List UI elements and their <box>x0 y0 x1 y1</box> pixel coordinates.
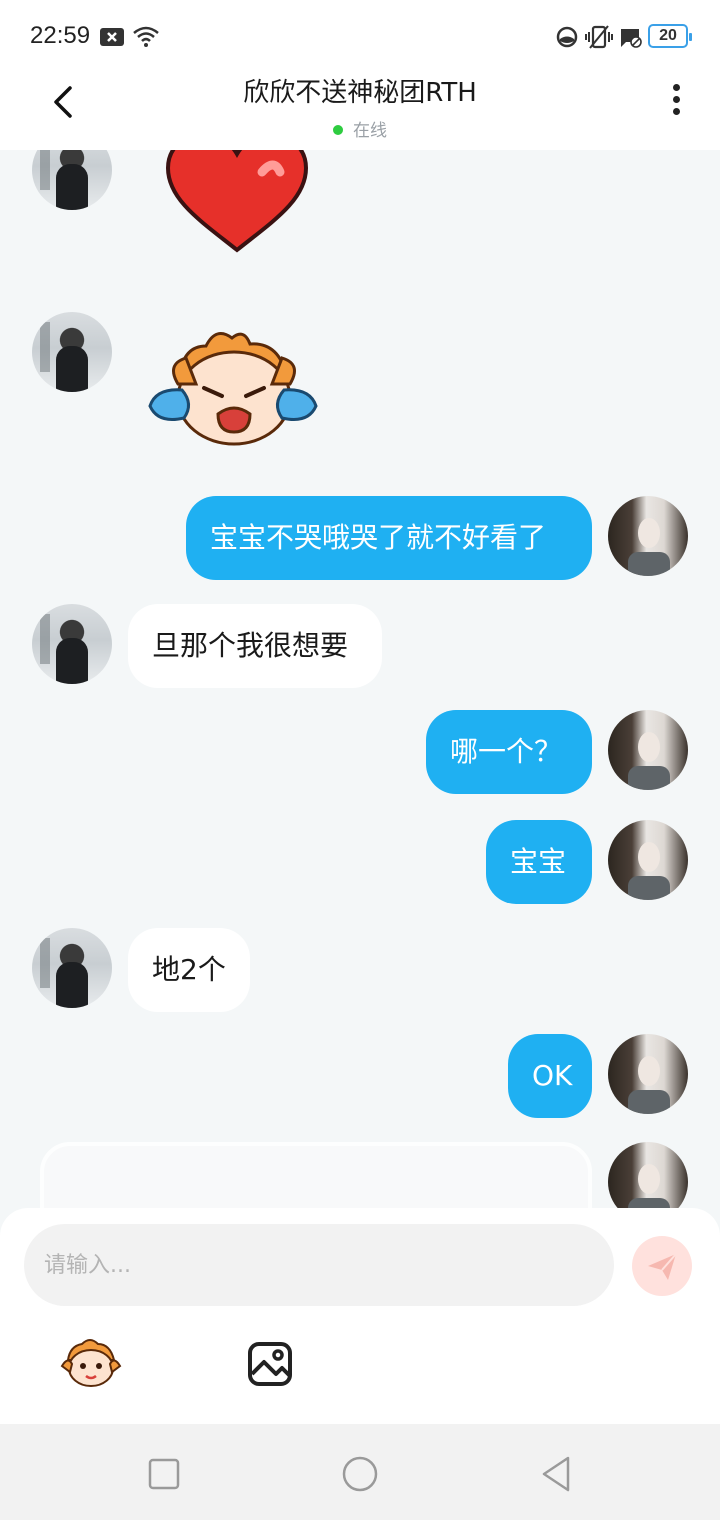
wifi-icon <box>133 26 159 47</box>
avatar-other[interactable] <box>32 312 112 392</box>
message-bubble-out[interactable]: 哪一个？ <box>426 710 592 794</box>
avatar-self[interactable] <box>608 710 688 790</box>
message-card-out[interactable] <box>40 1142 592 1210</box>
avatar-self[interactable] <box>608 1142 688 1210</box>
crying-character-sticker[interactable] <box>146 324 320 450</box>
online-dot <box>333 125 343 135</box>
send-icon <box>648 1253 677 1280</box>
more-options-button[interactable] <box>666 84 686 120</box>
status-bar: 22:59 20 <box>0 0 720 72</box>
moon-icon <box>556 26 578 48</box>
message-blocked-icon <box>621 29 642 48</box>
more-dot <box>672 108 680 115</box>
battery-icon: 20 <box>648 24 692 48</box>
message-bubble-in[interactable]: 地2个 <box>128 928 250 1012</box>
more-dot <box>672 96 680 103</box>
chat-messages[interactable]: 宝宝不哭哦哭了就不好看了 旦那个我很想要 哪一个？ 宝宝 地2个 OK <box>0 150 720 1210</box>
chat-title: 欣欣不送神秘团RTH <box>243 78 477 108</box>
close-box-icon <box>100 28 124 46</box>
status-time: 22:59 <box>30 22 91 49</box>
home-icon[interactable] <box>340 1454 380 1494</box>
online-status: 在线 <box>0 116 720 141</box>
send-button[interactable] <box>632 1236 692 1296</box>
avatar-other[interactable] <box>32 928 112 1008</box>
message-bubble-in[interactable]: 旦那个我很想要 <box>128 604 382 688</box>
message-bubble-out[interactable]: 宝宝 <box>486 820 592 904</box>
input-panel <box>0 1208 720 1424</box>
avatar-other[interactable] <box>32 150 112 210</box>
online-label: 在线 <box>353 121 387 141</box>
vibrate-icon <box>585 25 613 49</box>
emoji-sticker-icon[interactable] <box>60 1336 122 1388</box>
message-bubble-out[interactable]: 宝宝不哭哦哭了就不好看了 <box>186 496 592 580</box>
more-dot <box>672 84 680 91</box>
chat-header: 欣欣不送神秘团RTH 在线 <box>0 72 720 150</box>
avatar-self[interactable] <box>608 496 688 576</box>
back-icon[interactable] <box>536 1454 576 1494</box>
heart-sticker[interactable] <box>162 150 312 256</box>
avatar-self[interactable] <box>608 1034 688 1114</box>
avatar-self[interactable] <box>608 820 688 900</box>
recent-apps-icon[interactable] <box>144 1454 184 1494</box>
message-input[interactable] <box>24 1224 614 1306</box>
navigation-bar <box>0 1424 720 1520</box>
message-bubble-out[interactable]: OK <box>508 1034 592 1118</box>
avatar-other[interactable] <box>32 604 112 684</box>
image-icon[interactable] <box>246 1340 294 1388</box>
